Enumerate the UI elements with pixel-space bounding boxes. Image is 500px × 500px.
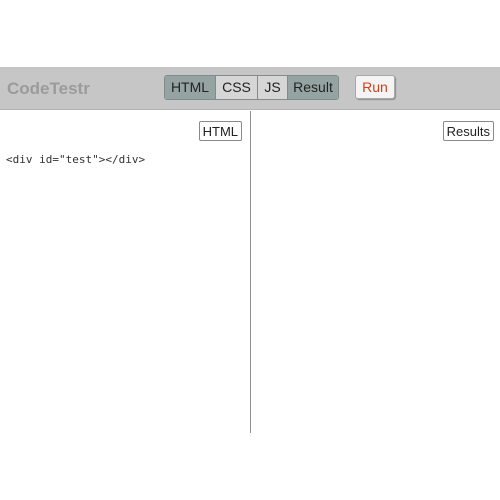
tab-result[interactable]: Result bbox=[288, 76, 338, 99]
tab-js[interactable]: JS bbox=[258, 76, 288, 99]
html-pane-label: HTML bbox=[198, 121, 242, 141]
run-button[interactable]: Run bbox=[355, 75, 395, 99]
app-title: CodeTestr bbox=[7, 79, 90, 98]
pane-toggle-group: HTML CSS JS Result bbox=[164, 75, 339, 100]
code-testr-app: CodeTestr HTML CSS JS Result Run HTML <d… bbox=[0, 0, 500, 500]
results-pane: Results bbox=[251, 111, 500, 433]
html-code-editor[interactable]: <div id="test"></div> bbox=[6, 153, 145, 166]
html-pane: HTML <div id="test"></div> bbox=[0, 111, 251, 433]
panes: HTML <div id="test"></div> Results bbox=[0, 111, 500, 433]
tab-html[interactable]: HTML bbox=[165, 76, 216, 99]
results-pane-label: Results bbox=[442, 121, 494, 141]
tab-css[interactable]: CSS bbox=[216, 76, 258, 99]
toolbar: CodeTestr HTML CSS JS Result Run bbox=[0, 67, 500, 110]
